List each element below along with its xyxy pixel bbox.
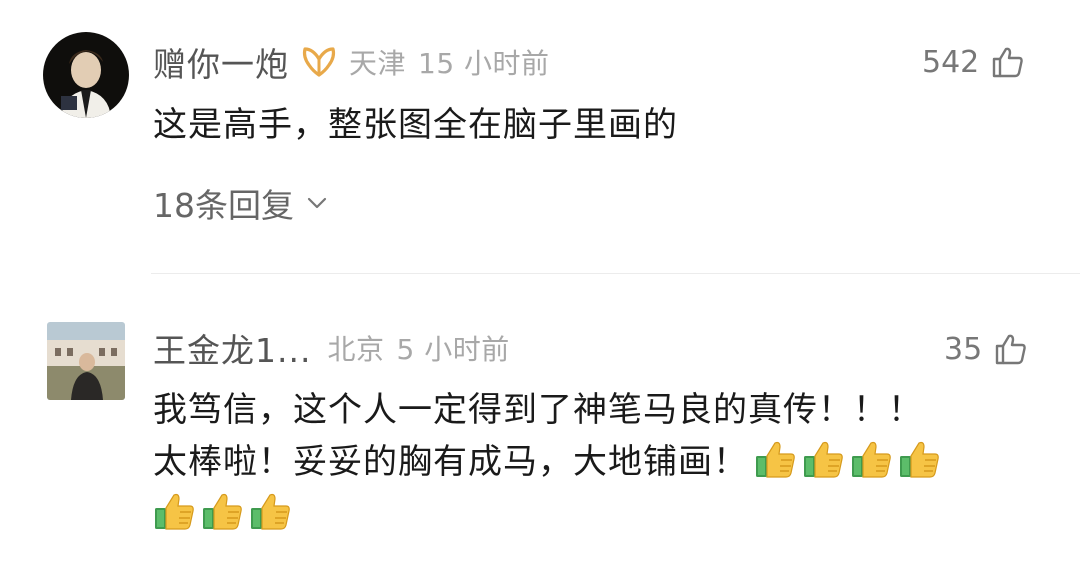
username[interactable]: 王金龙1... bbox=[153, 324, 311, 372]
comment-time: 15 小时前 bbox=[418, 47, 550, 80]
comment-time: 5 小时前 bbox=[396, 333, 510, 366]
chevron-down-icon bbox=[307, 197, 327, 209]
like-button[interactable]: 542 bbox=[922, 42, 1025, 82]
avatar[interactable] bbox=[47, 322, 125, 400]
comment-item: 赠你一炮 天津 15 小时前 542 这是高手，整张图全在脑子里画的 18条回复 bbox=[0, 0, 1080, 273]
like-count: 35 bbox=[944, 331, 983, 367]
like-count: 542 bbox=[922, 44, 980, 80]
username[interactable]: 赠你一炮 bbox=[153, 38, 289, 86]
thumbs-up-emoji bbox=[852, 441, 891, 478]
vip-ribbon-icon bbox=[302, 47, 336, 77]
comment-meta: 北京 5 小时前 bbox=[327, 328, 509, 368]
replies-label: 18条回复 bbox=[153, 186, 294, 225]
comment-header: 王金龙1... 北京 5 小时前 bbox=[153, 326, 510, 370]
comment-item: 王金龙1... 北京 5 小时前 35 我笃信，这个人一定得到了神笔马良的真传！！… bbox=[0, 274, 1080, 583]
thumb-up-icon bbox=[995, 334, 1026, 365]
comment-text: 我笃信，这个人一定得到了神笔马良的真传！！！ 太棒啦！妥妥的胸有成马，大地铺画！ bbox=[153, 384, 1053, 540]
thumbs-up-emoji bbox=[155, 493, 194, 530]
comment-text-line: 太棒啦！妥妥的胸有成马，大地铺画！ bbox=[153, 436, 1053, 488]
comment-header: 赠你一炮 天津 15 小时前 bbox=[153, 40, 550, 84]
thumbs-up-emoji bbox=[804, 441, 843, 478]
comment-meta: 天津 15 小时前 bbox=[349, 42, 550, 82]
comment-text: 这是高手，整张图全在脑子里画的 bbox=[153, 105, 678, 145]
comment-text-line-content: 太棒啦！妥妥的胸有成马，大地铺画！ bbox=[153, 442, 748, 482]
emoji-group bbox=[147, 488, 1053, 540]
avatar[interactable] bbox=[43, 32, 129, 118]
thumbs-up-emoji bbox=[203, 493, 242, 530]
thumbs-up-emoji bbox=[900, 441, 939, 478]
comment-location: 北京 bbox=[327, 333, 385, 366]
comment-text-line: 我笃信，这个人一定得到了神笔马良的真传！！！ bbox=[153, 390, 923, 430]
expand-replies-button[interactable]: 18条回复 bbox=[153, 181, 328, 225]
comment-location: 天津 bbox=[349, 47, 407, 80]
thumbs-up-emoji bbox=[251, 493, 290, 530]
like-button[interactable]: 35 bbox=[944, 329, 1028, 369]
thumbs-up-emoji bbox=[756, 441, 795, 478]
thumb-up-icon bbox=[993, 47, 1024, 78]
emoji-group bbox=[748, 441, 940, 482]
